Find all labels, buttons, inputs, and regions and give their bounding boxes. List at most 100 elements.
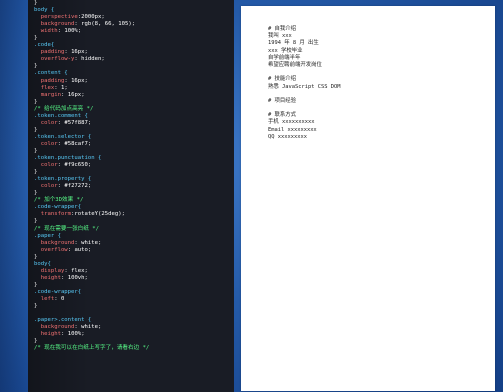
code-line: } — [34, 169, 230, 176]
code-token: .token.selector { — [34, 133, 92, 140]
code-line: } — [34, 35, 230, 42]
code-token: 100vh — [67, 274, 85, 281]
code-token: : — [60, 91, 68, 98]
code-line: /* 加个3D效果 */ — [34, 197, 230, 204]
code-token: ; — [87, 119, 92, 126]
code-line: } — [34, 282, 230, 289]
code-token: ; — [121, 211, 125, 218]
resume-content: # 自我介绍 我叫 xxx 1994 年 8 月 出生 xxx 学校毕业 自学前端半年希… — [268, 26, 485, 141]
code-line: } — [34, 218, 230, 225]
code-token: ; — [64, 84, 68, 91]
code-token: /* 给代码加点高亮 */ — [34, 105, 94, 112]
code-token: #57f887 — [64, 119, 88, 126]
code-line: .token.property { — [34, 176, 230, 183]
code-line: .token.punctuation { — [34, 155, 230, 162]
code-token: height — [34, 331, 61, 338]
code-token: white — [81, 239, 99, 246]
code-editor-panel[interactable]: } body { perspective:2000px; background: … — [28, 0, 234, 392]
code-line: .content { — [34, 70, 230, 77]
code-token: 16px — [71, 49, 85, 56]
code-token: color — [34, 140, 58, 147]
resume-line — [268, 105, 485, 112]
code-line: overflow: auto; — [34, 247, 230, 254]
code-token: } — [34, 126, 38, 133]
code-line: color: #f27272; — [34, 183, 230, 190]
code-token: body{ — [34, 260, 51, 267]
resume-line: 自学前端半年 — [268, 54, 301, 61]
resume-line: 希望应聘前端开发岗位 — [268, 61, 322, 68]
code-token: .content { — [34, 70, 68, 77]
code-line: transform:rotateY(25deg); — [34, 211, 230, 218]
code-token: background — [34, 21, 75, 28]
resume-line: 1994 年 8 月 出生 — [268, 40, 319, 47]
code-token: /* 加个3D效果 */ — [34, 197, 84, 204]
code-token: : — [60, 274, 68, 281]
code-token: display — [34, 267, 65, 274]
code-token: auto — [74, 246, 88, 253]
code-token: perspective — [34, 14, 78, 21]
resume-line: QQ xxxxxxxxx — [268, 133, 307, 140]
code-token: } — [34, 98, 38, 105]
code-listing: } body { perspective:2000px; background: … — [34, 0, 230, 352]
code-token: 16px — [71, 77, 85, 84]
resume-line — [268, 91, 485, 98]
code-token: height — [34, 274, 61, 281]
code-token: rotateY(25deg) — [74, 211, 122, 218]
code-token: 100% — [67, 331, 82, 338]
code-token: ; — [84, 267, 88, 274]
code-token: white — [81, 324, 99, 331]
code-line: } — [34, 254, 230, 261]
code-token: .code-wrapper{ — [34, 204, 82, 211]
resume-line: 手机 xxxxxxxxxx — [268, 119, 315, 126]
code-token: : — [54, 295, 61, 302]
code-line: body{ — [34, 261, 230, 268]
code-line: background: white; — [34, 324, 230, 331]
paper-panel[interactable]: # 自我介绍 我叫 xxx 1994 年 8 月 出生 xxx 学校毕业 自学前端半年希… — [241, 6, 495, 391]
code-token: } — [34, 303, 38, 310]
code-token: body { — [34, 7, 55, 14]
code-token: width — [34, 28, 58, 35]
code-token: overflow-y — [34, 56, 75, 63]
code-token: ; — [87, 183, 92, 190]
code-line: flex: 1; — [34, 85, 230, 92]
code-token: #f27272 — [64, 183, 88, 190]
code-line: .code-wrapper{ — [34, 204, 230, 211]
code-token: 0 — [60, 295, 65, 302]
section-heading: # 自我介绍 — [268, 26, 297, 32]
section-heading: # 技能介绍 — [268, 76, 297, 83]
code-token: /* 现在需要一张白纸 */ — [34, 225, 99, 232]
resume-line — [268, 69, 485, 76]
code-token: ; — [87, 140, 92, 147]
code-token: ; — [77, 28, 82, 35]
code-token: ; — [101, 14, 105, 21]
code-token: } — [34, 190, 38, 197]
code-line: } — [34, 148, 230, 155]
code-line: background: white; — [34, 240, 230, 247]
code-line: .token.selector { — [34, 134, 230, 141]
code-line: } — [34, 99, 230, 106]
code-token: #f9c650 — [64, 162, 88, 169]
code-line: width: 100%; — [34, 28, 230, 35]
code-line: overflow-y: hidden; — [34, 56, 230, 63]
app-background: } body { perspective:2000px; background: … — [0, 0, 503, 392]
code-token: ; — [98, 324, 102, 331]
code-token: } — [34, 338, 38, 345]
code-line: color: #58caf7; — [34, 141, 230, 148]
code-line: height: 100%; — [34, 331, 230, 338]
code-token: #58caf7 — [64, 140, 88, 147]
code-token: } — [34, 63, 38, 70]
code-line: padding: 16px; — [34, 49, 230, 56]
code-line: } — [34, 303, 230, 310]
code-line: color: #57f887; — [34, 120, 230, 127]
code-line: padding: 16px; — [34, 78, 230, 85]
code-token: left — [34, 295, 55, 302]
code-line: background: rgb(8, 66, 105); — [34, 21, 230, 28]
code-line: /* 现在需要一张白纸 */ — [34, 226, 230, 233]
code-token: color — [34, 183, 58, 190]
code-token: ; — [81, 331, 85, 338]
code-token: ; — [87, 246, 92, 253]
code-token: hidden — [81, 56, 102, 63]
code-token: } — [34, 147, 38, 154]
code-token: .paper>.content { — [34, 317, 92, 324]
